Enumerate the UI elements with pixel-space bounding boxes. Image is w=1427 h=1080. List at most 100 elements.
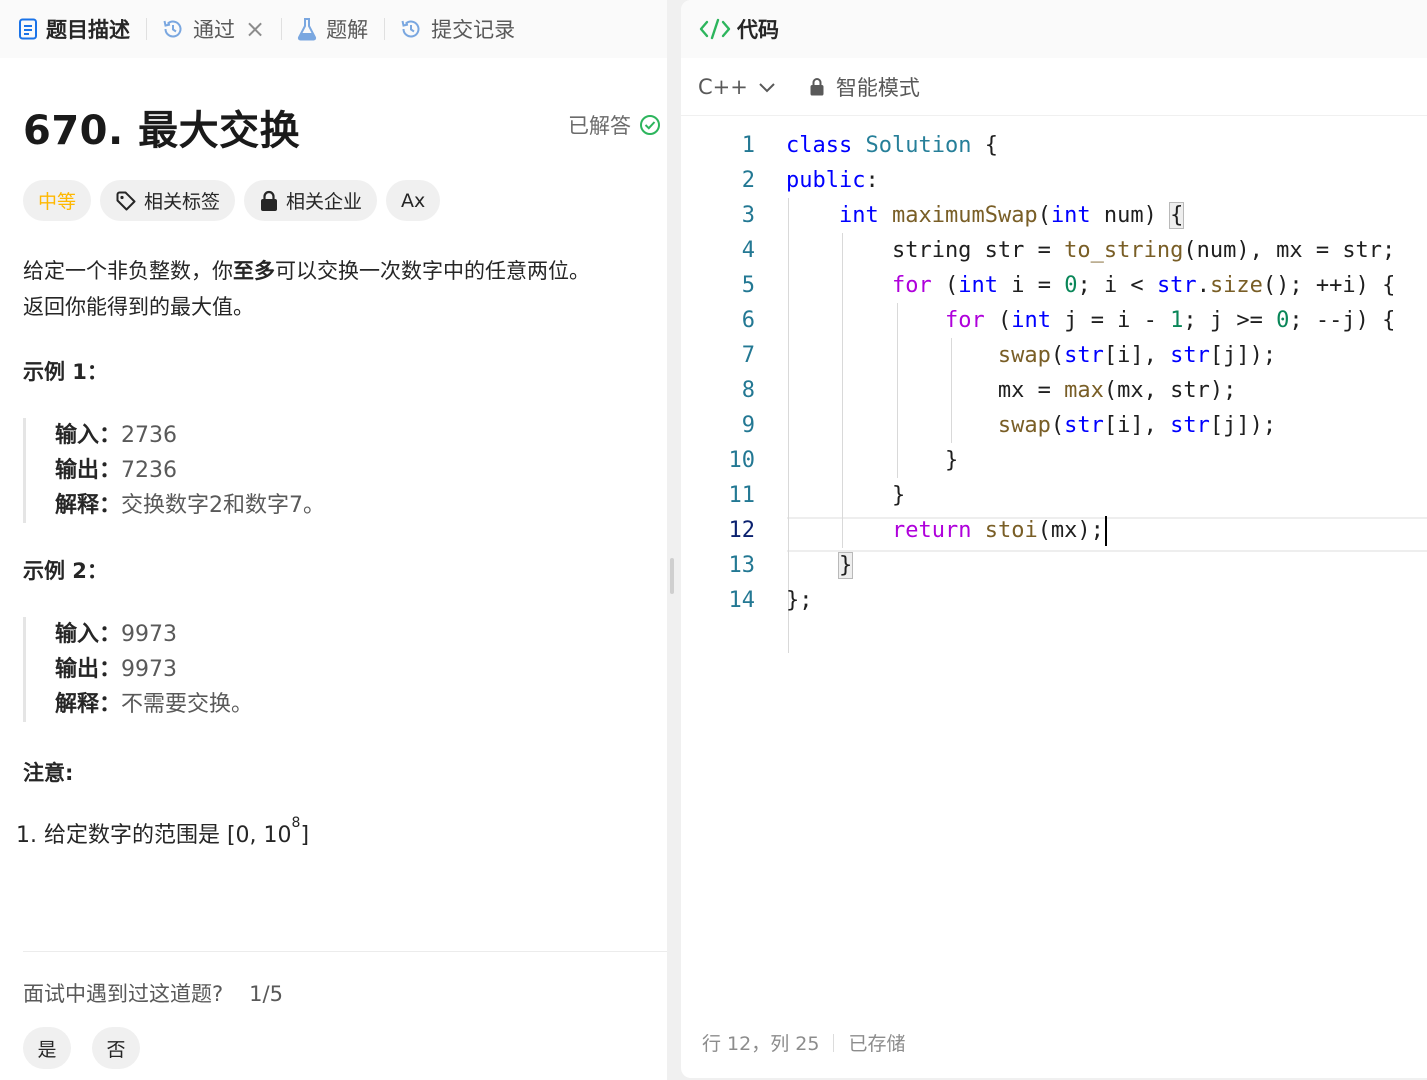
- example-2-block: 输入： 9973 输出：9973 解释：不需要交换。: [23, 617, 643, 722]
- line-number: 1: [741, 133, 755, 158]
- description-paragraph: 返回你能得到的最大值。: [23, 295, 254, 319]
- description-emphasis: 至多: [233, 259, 275, 283]
- flask-icon: [297, 18, 317, 41]
- code-panel-header: 代码: [681, 0, 1427, 58]
- example-key: 输入：: [55, 622, 122, 647]
- code-line: string str = to_string(num), mx = str;: [786, 238, 1396, 263]
- example-output: 输出：7236: [55, 453, 643, 488]
- code-line: }: [786, 483, 906, 508]
- difficulty-badge: 中等: [23, 180, 92, 221]
- interview-question-label: 面试中遇到过这道题?: [23, 982, 224, 1006]
- example-key: 输入：: [55, 423, 122, 448]
- solved-status-label: 已解答: [568, 114, 631, 138]
- yes-button[interactable]: 是: [23, 1027, 71, 1069]
- lock-icon: [261, 190, 278, 211]
- line-number: 8: [741, 378, 755, 403]
- code-editor[interactable]: 1 2 3 4 5 6 7 8 9 10 11 12 13 14 class S…: [681, 128, 1427, 1008]
- text-caret: [1104, 516, 1107, 546]
- editor-status-bar: 行 12，列 25 已存储: [702, 1029, 905, 1056]
- check-circle-icon: [640, 115, 660, 135]
- cursor-position: 行 12，列 25: [702, 1033, 820, 1055]
- problem-tags: 中等 相关标签 相关企业 Ax: [23, 180, 441, 221]
- constraint-text: 1. 给定数字的范围是 [0, 10: [16, 823, 292, 848]
- code-line: class Solution {: [786, 133, 998, 158]
- code-line: swap(str[i], str[j]);: [997, 343, 1277, 368]
- tab-accepted[interactable]: 通过 ×: [161, 0, 279, 58]
- example-output: 输出：9973: [55, 652, 643, 687]
- line-number: 6: [741, 308, 755, 333]
- line-number: 11: [728, 483, 756, 508]
- constraint-text: ]: [300, 823, 310, 848]
- editor-toolbar: C++ 智能模式: [681, 58, 1427, 116]
- line-number: 3: [741, 203, 755, 228]
- code-line: }: [837, 552, 854, 579]
- code-line: int maximumSwap(int num) {: [838, 202, 1185, 229]
- related-tags-button[interactable]: 相关标签: [100, 180, 236, 221]
- tab-submissions-label: 提交记录: [431, 18, 516, 42]
- example-value: 2736: [121, 423, 178, 448]
- example-input: 输入：2736: [55, 418, 643, 453]
- tab-divider: [281, 18, 283, 40]
- line-number: 14: [728, 588, 756, 613]
- code-line-current: return stoi(mx);: [786, 513, 1107, 548]
- related-companies-button[interactable]: 相关企业: [244, 180, 378, 221]
- solved-status: 已解答: [568, 110, 661, 140]
- tab-divider: [384, 18, 386, 40]
- translate-button[interactable]: Ax: [386, 180, 441, 221]
- example-value: 不需要交换。: [121, 692, 254, 717]
- example-explanation: 解释：交换数字2和数字7。: [55, 488, 643, 523]
- code-icon: [699, 18, 731, 40]
- history-icon: [401, 20, 420, 38]
- tab-submissions[interactable]: 提交记录: [399, 0, 529, 58]
- line-number: 2: [741, 168, 755, 193]
- code-line: };: [786, 588, 813, 613]
- code-line: }: [786, 448, 959, 473]
- example-explanation: 解释：不需要交换。: [55, 687, 643, 722]
- line-number: 5: [741, 273, 755, 298]
- example-value: 7236: [121, 458, 178, 483]
- smart-mode-label: 智能模式: [835, 75, 920, 100]
- code-line: public:: [786, 168, 879, 193]
- no-button[interactable]: 否: [92, 1027, 140, 1069]
- example-1-block: 输入：2736 输出：7236 解释：交换数字2和数字7。: [23, 418, 643, 523]
- code-line: for (int j = i - 1; j >= 0; --j) {: [944, 308, 1396, 333]
- tab-divider: [146, 18, 147, 40]
- example-value: 交换数字2和数字7。: [121, 493, 326, 518]
- example-value: 9973: [121, 657, 178, 682]
- line-number: 13: [728, 553, 756, 578]
- smart-mode-toggle[interactable]: 智能模式: [809, 72, 920, 102]
- note-title: 注意:: [23, 761, 74, 785]
- example-2-title: 示例 2：: [23, 559, 108, 583]
- line-number: 4: [741, 238, 755, 263]
- tab-solutions-label: 题解: [326, 18, 369, 42]
- panel-resize-handle[interactable]: [670, 558, 674, 594]
- tag-icon: [116, 191, 136, 210]
- save-status: 已存储: [848, 1033, 906, 1055]
- example-key: 输出：: [55, 458, 122, 483]
- section-divider: [23, 951, 667, 952]
- code-panel: 代码 C++ 智能模式 1 2 3 4 5 6 7 8 9 10 11 12 1…: [681, 0, 1427, 1078]
- code-line: swap(str[i], str[j]);: [997, 413, 1277, 438]
- line-number: 7: [741, 343, 755, 368]
- code-line: mx = max(mx, str);: [786, 378, 1237, 403]
- line-number: 10: [728, 448, 756, 473]
- constraint-item: 1. 给定数字的范围是 [0, 108]: [16, 815, 310, 849]
- tab-accepted-label: 通过: [193, 18, 235, 42]
- description-text: 给定一个非负整数，你: [23, 259, 233, 283]
- related-companies-label: 相关企业: [286, 191, 363, 213]
- interview-count: 1/5: [249, 982, 283, 1006]
- example-key: 输出：: [55, 657, 122, 682]
- tab-description-label: 题目描述: [46, 18, 130, 42]
- problem-tabbar: 题目描述 通过 × 题解 提交记录: [0, 0, 667, 58]
- close-icon[interactable]: ×: [245, 15, 265, 43]
- chevron-down-icon: [759, 82, 775, 92]
- status-divider: [833, 1033, 835, 1052]
- language-select[interactable]: C++: [698, 75, 777, 99]
- tab-solutions[interactable]: 题解: [296, 0, 382, 58]
- line-number-current: 12: [728, 518, 756, 543]
- constraint-exponent: 8: [291, 815, 301, 831]
- language-label: C++: [698, 74, 748, 99]
- example-1-title: 示例 1：: [23, 360, 108, 384]
- tab-description[interactable]: 题目描述: [18, 0, 144, 58]
- code-panel-title: 代码: [737, 18, 779, 42]
